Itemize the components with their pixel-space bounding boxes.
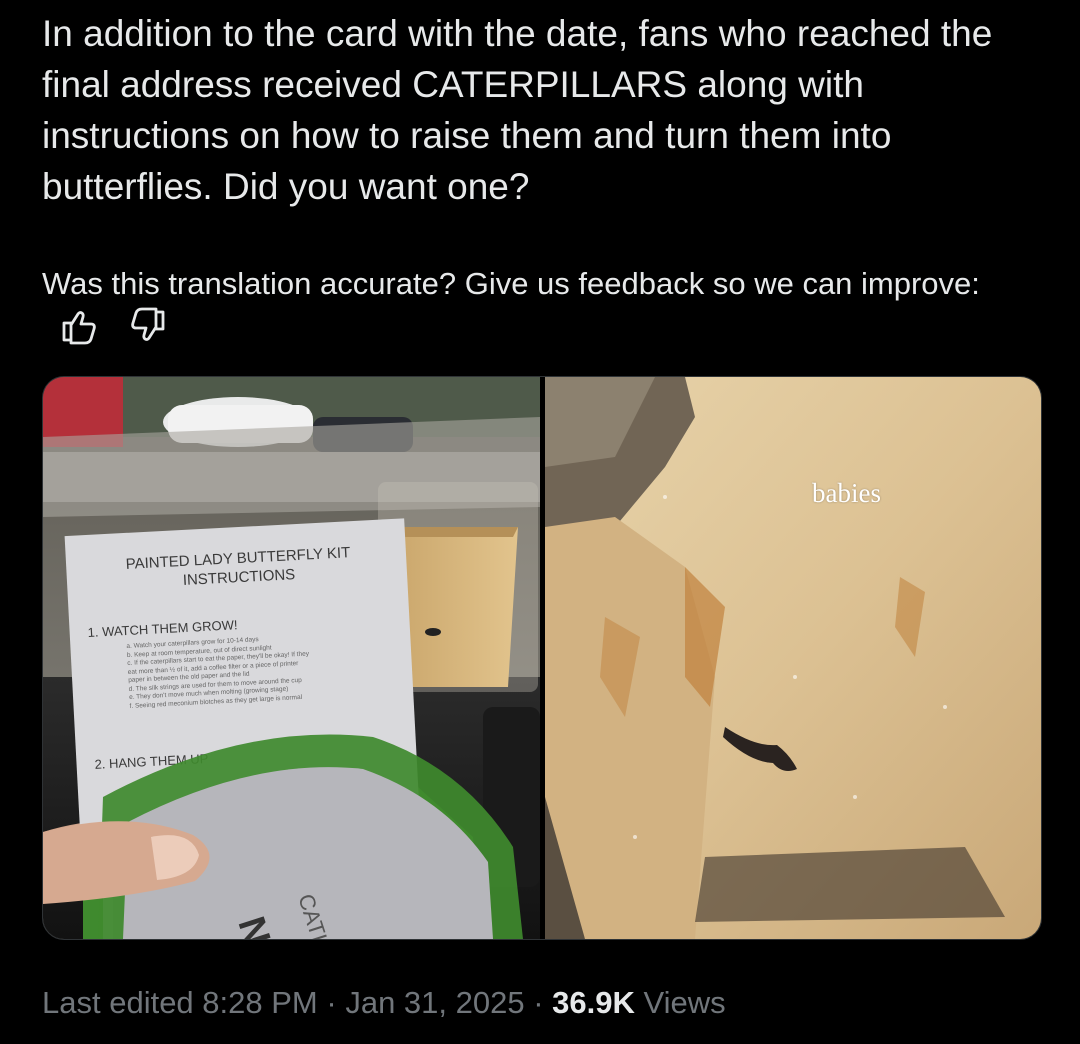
tweet-time[interactable]: 8:28 PM: [202, 985, 317, 1020]
kit-title: PAINTED LADY BUTTERFLY KIT INSTRUCTIONS: [88, 541, 390, 595]
translation-feedback: Was this translation accurate? Give us f…: [42, 262, 1042, 358]
translation-feedback-prompt: Was this translation accurate? Give us f…: [42, 266, 980, 301]
kit-step-2-heading: 2. HANG THEM UP: [94, 750, 209, 772]
meta-separator: ·: [533, 985, 544, 1020]
tweet-date[interactable]: Jan 31, 2025: [345, 985, 524, 1020]
photo-instructions-sheet[interactable]: ⟳ PAINTED LADY BUTTERFLY KIT INSTRUCTION…: [43, 377, 540, 939]
tweet-meta: Last edited 8:28 PM · Jan 31, 2025 · 36.…: [42, 981, 726, 1025]
edited-label[interactable]: Last edited: [42, 985, 194, 1020]
meta-separator: ·: [326, 985, 337, 1020]
caterpillar-cup-photo: [545, 377, 1041, 939]
tweet-text: In addition to the card with the date, f…: [42, 13, 993, 207]
thumbs-up-icon[interactable]: [60, 306, 100, 358]
kit-step-1-heading: 1. WATCH THEM GROW!: [87, 617, 238, 641]
thumbs-down-icon[interactable]: [127, 306, 167, 358]
photo-caterpillar-cup[interactable]: [545, 377, 1041, 939]
views-count[interactable]: 36.9K: [552, 985, 635, 1020]
media-gallery: ⟳ PAINTED LADY BUTTERFLY KIT INSTRUCTION…: [42, 376, 1042, 940]
instruction-card: PAINTED LADY BUTTERFLY KIT INSTRUCTIONS …: [64, 518, 422, 866]
kit-step-1-lines: a. Watch your caterpillars grow for 10-1…: [126, 630, 379, 711]
photo-overlay-label: babies: [812, 478, 881, 508]
views-label: Views: [643, 985, 726, 1020]
